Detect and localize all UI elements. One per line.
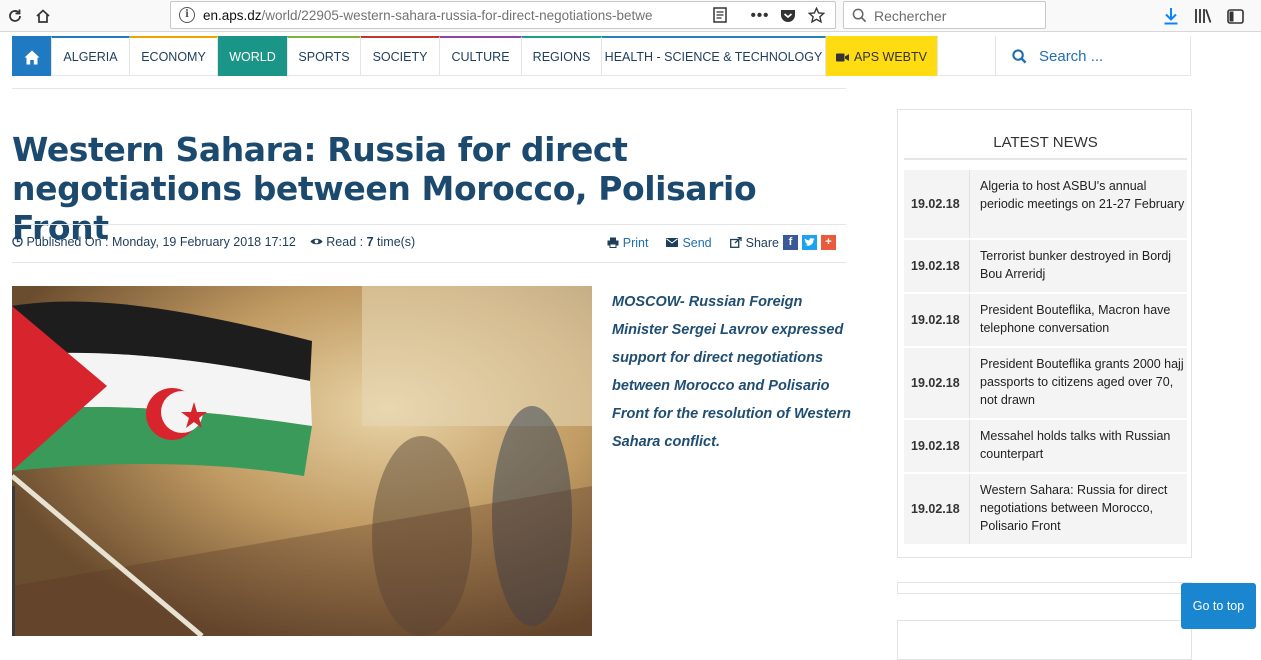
browser-search-box[interactable]: Rechercher — [843, 1, 1046, 29]
go-to-top-button[interactable]: Go to top — [1181, 583, 1256, 629]
share-label: Share — [745, 235, 779, 250]
news-item[interactable]: 19.02.18 President Bouteflika, Macron ha… — [904, 294, 1187, 348]
news-item[interactable]: 19.02.18 Western Sahara: Russia for dire… — [904, 474, 1187, 546]
article-lead: MOSCOW- Russian Foreign Minister Sergei … — [612, 294, 851, 450]
news-date: 19.02.18 — [904, 294, 970, 346]
main-nav: ALGERIA ECONOMY WORLD SPORTS SOCIETY CUL… — [12, 36, 1191, 76]
print-link[interactable]: Print — [623, 236, 649, 250]
nav-world[interactable]: WORLD — [218, 36, 288, 76]
news-item[interactable]: 19.02.18 Terrorist bunker destroyed in B… — [904, 240, 1187, 294]
article-meta: Published On : Monday, 19 February 2018 … — [12, 224, 846, 263]
search-icon — [848, 4, 870, 26]
news-date: 19.02.18 — [904, 474, 970, 544]
url-text: en.aps.dz/world/22905-western-sahara-rus… — [203, 8, 653, 23]
pocket-icon[interactable] — [777, 4, 799, 26]
nav-home-button[interactable] — [12, 36, 52, 76]
flag-image — [12, 286, 592, 636]
home-icon — [24, 50, 39, 64]
nav-economy[interactable]: ECONOMY — [130, 36, 218, 76]
nav-regions[interactable]: REGIONS — [522, 36, 602, 76]
video-camera-icon — [836, 53, 850, 61]
send-link[interactable]: Send — [682, 236, 711, 250]
news-item[interactable]: 19.02.18 Algeria to host ASBU's annual p… — [904, 170, 1187, 240]
news-headline[interactable]: Terrorist bunker destroyed in Bordj Bou … — [970, 240, 1187, 292]
read-count: 7 — [366, 235, 374, 249]
news-date: 19.02.18 — [904, 420, 970, 472]
nav-aps-webtv[interactable]: APS WEBTV — [826, 36, 938, 76]
latest-news-title: LATEST NEWS — [904, 110, 1187, 160]
clock-icon — [12, 236, 23, 247]
reader-view-icon[interactable] — [709, 4, 731, 26]
news-headline[interactable]: President Bouteflika, Macron have teleph… — [970, 294, 1187, 346]
reload-icon[interactable] — [4, 5, 26, 27]
read-suffix: time(s) — [377, 235, 416, 249]
read-label: Read : — [326, 235, 364, 249]
divider — [12, 88, 846, 89]
nav-society[interactable]: SOCIETY — [361, 36, 440, 76]
nav-health-science-technology[interactable]: HEALTH - SCIENCE & TECHNOLOGY — [602, 36, 826, 76]
news-headline[interactable]: Messahel holds talks with Russian counte… — [970, 420, 1187, 472]
sidebar-widget — [897, 620, 1192, 660]
print-icon — [607, 237, 619, 248]
browser-search-placeholder: Rechercher — [874, 8, 947, 24]
address-bar[interactable]: i en.aps.dz/world/22905-western-sahara-r… — [170, 1, 836, 29]
home-icon[interactable] — [32, 5, 54, 27]
site-search-placeholder: Search ... — [1039, 47, 1104, 65]
sidebar-widget — [897, 582, 1192, 594]
site-info-icon[interactable]: i — [179, 7, 195, 23]
nav-sports[interactable]: SPORTS — [288, 36, 361, 76]
nav-culture[interactable]: CULTURE — [440, 36, 522, 76]
search-icon — [1012, 48, 1027, 63]
latest-news-panel: LATEST NEWS 19.02.18 Algeria to host ASB… — [897, 109, 1192, 558]
more-share-icon[interactable]: + — [821, 235, 836, 250]
article-photo — [12, 286, 592, 636]
page-actions-icon[interactable]: ••• — [749, 4, 771, 26]
eye-icon — [310, 238, 323, 245]
library-icon[interactable] — [1192, 5, 1214, 27]
news-item[interactable]: 19.02.18 Messahel holds talks with Russi… — [904, 420, 1187, 474]
nav-algeria[interactable]: ALGERIA — [52, 36, 130, 76]
news-date: 19.02.18 — [904, 348, 970, 418]
news-date: 19.02.18 — [904, 240, 970, 292]
facebook-icon[interactable]: f — [783, 235, 798, 250]
nav-aps-webtv-label: APS WEBTV — [854, 50, 927, 64]
news-headline[interactable]: Western Sahara: Russia for direct negoti… — [970, 474, 1187, 544]
twitter-icon[interactable] — [802, 235, 817, 250]
browser-toolbar: i en.aps.dz/world/22905-western-sahara-r… — [0, 0, 1261, 32]
sidebar-toggle-icon[interactable] — [1224, 5, 1246, 27]
bookmark-star-icon[interactable] — [805, 4, 827, 26]
news-headline[interactable]: President Bouteflika grants 2000 hajj pa… — [970, 348, 1187, 418]
site-search[interactable]: Search ... — [995, 36, 1191, 76]
envelope-icon — [666, 238, 679, 247]
news-headline[interactable]: Algeria to host ASBU's annual periodic m… — [970, 170, 1187, 238]
downloads-icon[interactable] — [1160, 5, 1182, 27]
published-date: Published On : Monday, 19 February 2018 … — [26, 235, 296, 249]
news-date: 19.02.18 — [904, 170, 970, 238]
latest-news-list: 19.02.18 Algeria to host ASBU's annual p… — [904, 170, 1187, 546]
news-item[interactable]: 19.02.18 President Bouteflika grants 200… — [904, 348, 1187, 420]
share-icon — [729, 237, 742, 248]
